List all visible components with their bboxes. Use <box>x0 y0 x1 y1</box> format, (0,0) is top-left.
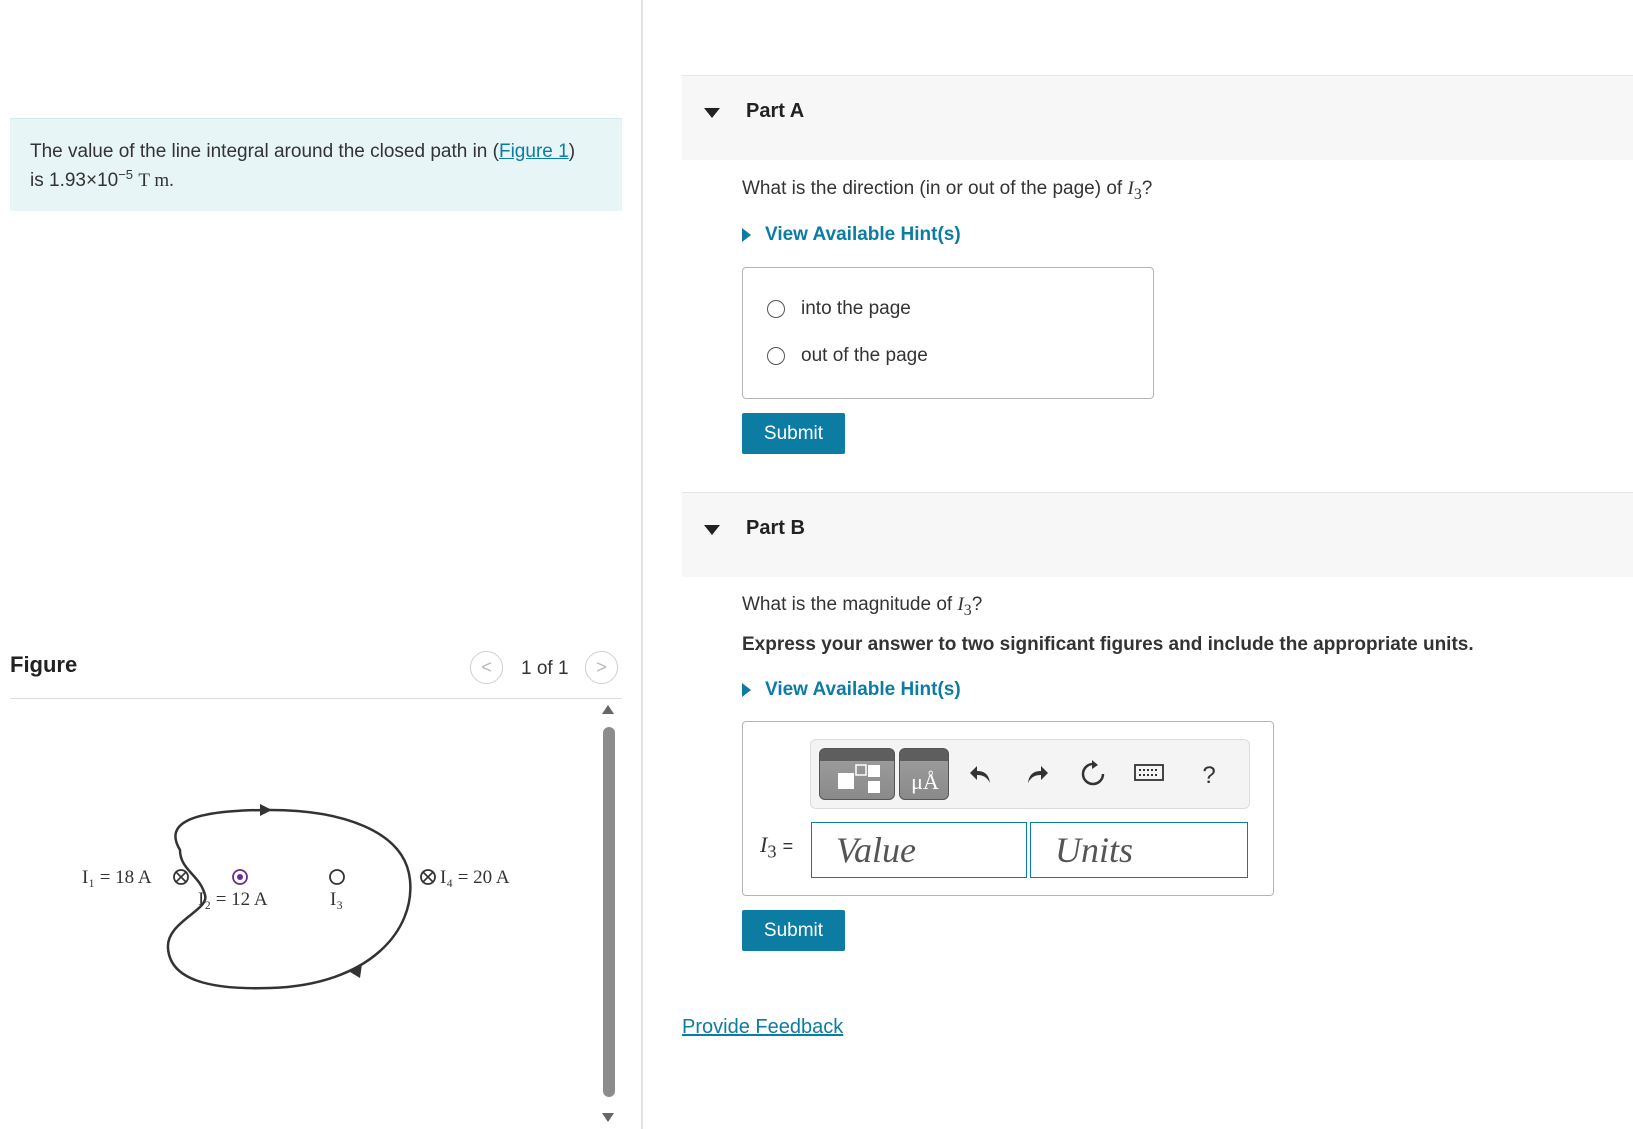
units-input[interactable] <box>1031 823 1247 877</box>
collapse-caret-icon[interactable] <box>704 525 720 535</box>
part-b-instructions: Express your answer to two significant f… <box>742 634 1474 655</box>
choice-into-page[interactable]: into the page <box>767 298 911 320</box>
label-i2: I₂ = 12 A <box>198 889 268 910</box>
problem-intro: The value of the line integral around th… <box>10 118 622 211</box>
units-icon[interactable]: μÅ <box>899 748 949 800</box>
part-b-answer-box: μÅ ? I3 = <box>742 721 1274 896</box>
current-i4-symbol <box>420 869 436 885</box>
part-a-hint-label: View Available Hint(s) <box>765 224 961 245</box>
choice-label: out of the page <box>801 345 928 366</box>
redo-icon[interactable] <box>1017 760 1057 795</box>
part-b-submit-button[interactable]: Submit <box>742 910 845 951</box>
current-i3-symbol <box>329 869 345 885</box>
label-i1: I₁ = 18 A <box>82 867 152 888</box>
hint-caret-icon <box>742 228 751 242</box>
choice-out-of-page[interactable]: out of the page <box>767 345 928 367</box>
figure-diagram: I₁ = 18 A I₂ = 12 A I₃ I₄ = 20 A <box>82 804 510 990</box>
intro-line-1: The value of the line integral around th… <box>30 137 602 166</box>
part-b-hint-toggle[interactable]: View Available Hint(s) <box>742 679 961 701</box>
undo-icon[interactable] <box>961 760 1001 795</box>
intro-line-2: is 1.93×10−5 T m. <box>30 166 602 195</box>
value-field[interactable] <box>811 822 1027 878</box>
pane-divider[interactable] <box>641 0 643 1129</box>
part-b-header[interactable]: Part B <box>682 492 1633 577</box>
choice-label: into the page <box>801 298 911 319</box>
radio-into-page[interactable] <box>767 300 785 318</box>
value-input[interactable] <box>812 823 1026 877</box>
intro-exponent: −5 <box>118 167 134 182</box>
label-i3: I₃ <box>330 889 343 910</box>
templates-icon[interactable] <box>819 748 895 800</box>
path-arrow-bottom <box>350 964 362 978</box>
part-b-title: Part B <box>746 517 805 539</box>
intro-text: The value of the line integral around th… <box>30 141 499 162</box>
scroll-down-arrow[interactable] <box>602 1113 614 1122</box>
figure-scrollbar-thumb[interactable] <box>603 727 615 1097</box>
radio-out-of-page[interactable] <box>767 347 785 365</box>
figure-count: 1 of 1 <box>521 658 569 679</box>
provide-feedback-link[interactable]: Provide Feedback <box>682 1016 843 1039</box>
current-i2-symbol <box>232 869 248 885</box>
help-icon[interactable]: ? <box>1189 762 1229 790</box>
figure-link[interactable]: Figure 1 <box>499 141 569 162</box>
current-i1-symbol <box>173 869 189 885</box>
figure-next-button[interactable]: > <box>585 651 618 684</box>
intro-unit: T m. <box>138 170 174 191</box>
part-a-hint-toggle[interactable]: View Available Hint(s) <box>742 224 961 246</box>
label-i4: I₄ = 20 A <box>440 867 510 888</box>
figure-heading: Figure <box>10 652 78 677</box>
intro-value: is 1.93×10 <box>30 170 119 191</box>
figure-divider <box>10 698 622 699</box>
math-toolbar: μÅ ? <box>810 739 1250 809</box>
part-a-submit-button[interactable]: Submit <box>742 413 845 454</box>
part-a-question: What is the direction (in or out of the … <box>742 178 1153 203</box>
keyboard-icon[interactable] <box>1129 760 1169 791</box>
collapse-caret-icon[interactable] <box>704 108 720 118</box>
scroll-up-arrow[interactable] <box>602 705 614 714</box>
intro-text-close: ) <box>568 141 576 162</box>
part-a-choices: into the page out of the page <box>742 267 1154 399</box>
reset-icon[interactable] <box>1073 760 1113 795</box>
part-b-question: What is the magnitude of I3? <box>742 594 983 619</box>
part-a-header[interactable]: Part A <box>682 75 1633 160</box>
part-b-hint-label: View Available Hint(s) <box>765 679 961 700</box>
units-field[interactable] <box>1030 822 1248 878</box>
figure-prev-button[interactable]: < <box>470 651 503 684</box>
hint-caret-icon <box>742 683 751 697</box>
answer-variable-label: I3 = <box>760 832 794 862</box>
left-pane: The value of the line integral around th… <box>0 0 641 1129</box>
path-arrow-top <box>260 804 272 816</box>
part-a-title: Part A <box>746 100 805 122</box>
